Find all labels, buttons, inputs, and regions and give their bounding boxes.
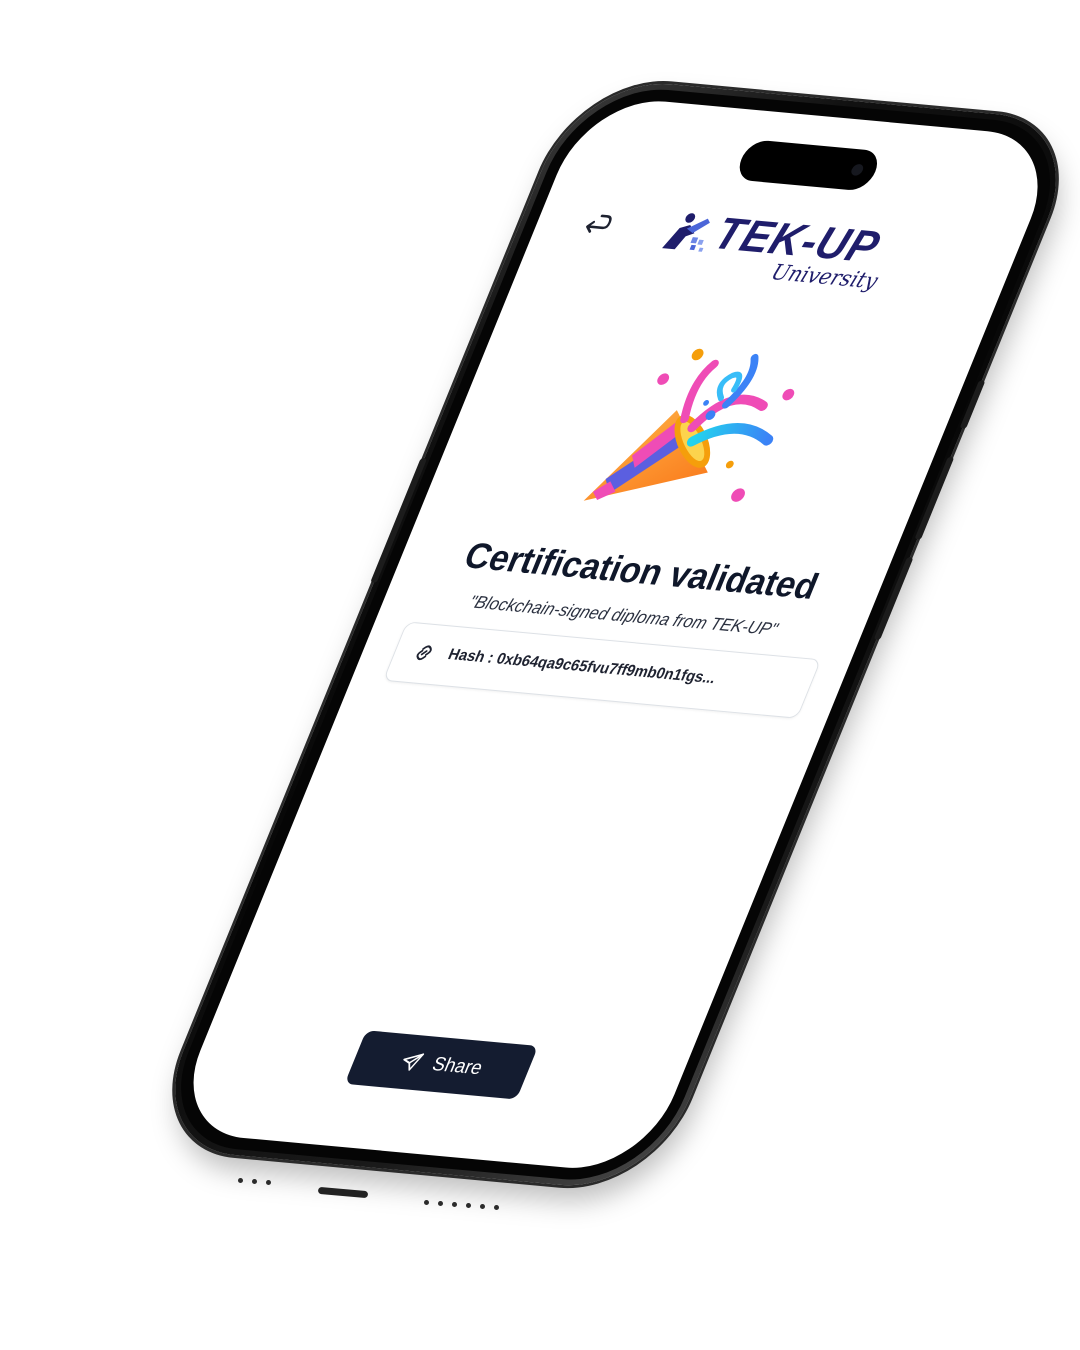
return-arrow-icon xyxy=(586,214,612,233)
speaker-grille xyxy=(494,1205,499,1210)
send-icon xyxy=(403,1053,425,1071)
share-button[interactable]: Share xyxy=(344,1030,539,1100)
speaker-grille xyxy=(266,1180,271,1185)
phone-mockup: TEK-UP University Certification validate… xyxy=(144,76,1080,1194)
speaker-grille xyxy=(466,1203,471,1208)
share-label: Share xyxy=(428,1053,486,1080)
charging-port xyxy=(317,1186,369,1199)
hash-value: Hash : 0xb64qa9c65fvu7ff9mb0n1fgs... xyxy=(445,646,719,688)
dynamic-island xyxy=(733,139,884,192)
speaker-grille xyxy=(238,1178,243,1183)
link-icon xyxy=(416,645,432,661)
party-popper-icon xyxy=(583,348,795,502)
speaker-grille xyxy=(452,1202,457,1207)
back-button[interactable] xyxy=(572,202,624,244)
tekup-logo: TEK-UP University xyxy=(642,202,903,309)
front-camera xyxy=(849,163,866,177)
speaker-grille xyxy=(424,1200,429,1205)
speaker-grille xyxy=(480,1204,485,1209)
mockup-stage: TEK-UP University Certification validate… xyxy=(0,0,1080,1350)
app-screen: TEK-UP University Certification validate… xyxy=(167,94,1064,1175)
speaker-grille xyxy=(438,1201,443,1206)
speaker-grille xyxy=(252,1179,257,1184)
